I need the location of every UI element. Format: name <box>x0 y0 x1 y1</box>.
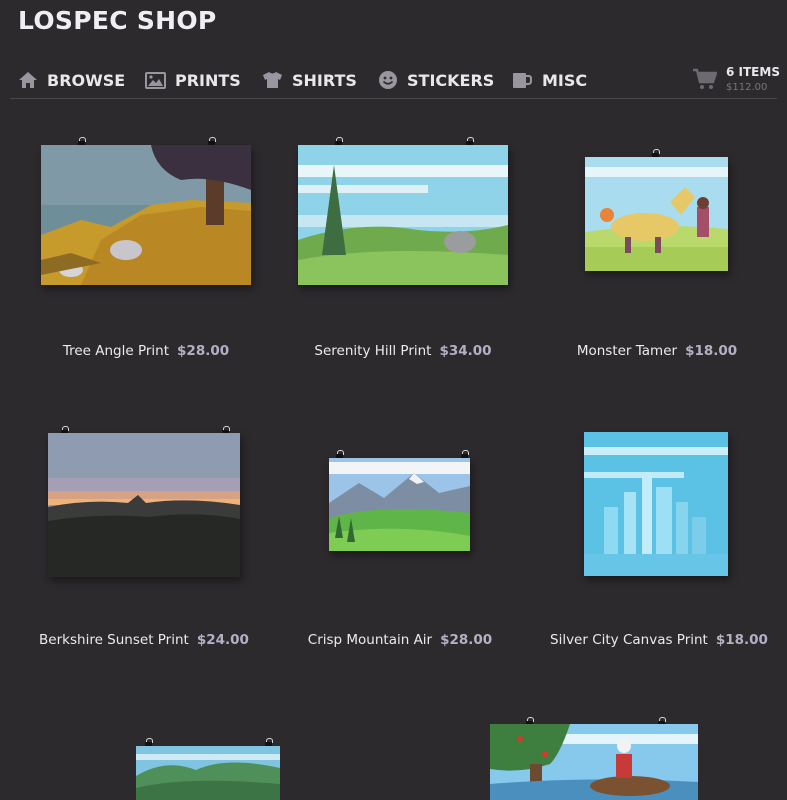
shirt-icon <box>263 72 282 88</box>
home-icon <box>19 72 37 88</box>
product-name: Silver City Canvas Print <box>550 632 708 648</box>
product-image <box>490 724 698 800</box>
nav-browse[interactable]: BROWSE <box>18 67 125 93</box>
product-caption: Crisp Mountain Air $28.00 <box>300 632 500 648</box>
product-price: $28.00 <box>440 632 493 648</box>
image-icon <box>145 71 166 89</box>
nav-divider <box>10 98 777 99</box>
product-caption: Silver City Canvas Print $18.00 <box>550 632 768 648</box>
cart-total: $112.00 <box>726 82 768 93</box>
product-price: $34.00 <box>439 343 492 359</box>
product-name: Crisp Mountain Air <box>307 632 433 648</box>
nav-browse-label: BROWSE <box>47 70 126 90</box>
nav-prints[interactable]: PRINTS <box>145 67 241 93</box>
nav-shirts[interactable]: SHIRTS <box>262 67 357 93</box>
main-nav: BROWSE PRINTS SHIRTS STICKERS MISC <box>0 58 787 100</box>
product-price: $28.00 <box>177 343 230 359</box>
nav-misc[interactable]: MISC <box>512 67 587 93</box>
nav-stickers[interactable]: STICKERS <box>378 67 494 93</box>
product-price: $18.00 <box>715 632 768 648</box>
product-caption: Tree Angle Print $28.00 <box>41 343 251 359</box>
product-image <box>41 145 251 285</box>
product-price: $18.00 <box>685 343 738 359</box>
nav-shirts-label: SHIRTS <box>292 70 357 90</box>
product-name: Monster Tamer <box>576 343 678 359</box>
product-caption: Monster Tamer $18.00 <box>557 343 757 359</box>
nav-prints-label: PRINTS <box>175 70 241 90</box>
product-caption: Serenity Hill Print $34.00 <box>298 343 508 359</box>
cart-icon <box>693 68 717 89</box>
product-name: Berkshire Sunset Print <box>39 632 189 648</box>
product-image <box>298 145 508 285</box>
cart-button[interactable]: 6 ITEMS $112.00 <box>693 65 783 97</box>
cart-count: 6 ITEMS <box>726 65 780 79</box>
product-price: $24.00 <box>196 632 249 648</box>
nav-misc-label: MISC <box>542 70 588 90</box>
product-image <box>329 458 470 551</box>
product-image <box>48 433 240 577</box>
product-caption: Berkshire Sunset Print $24.00 <box>34 632 254 648</box>
smiley-icon <box>379 71 397 89</box>
product-name: Serenity Hill Print <box>314 343 432 359</box>
product-image <box>585 157 728 271</box>
shop-title[interactable]: LOSPEC SHOP <box>18 6 217 35</box>
mug-icon <box>513 73 532 88</box>
nav-stickers-label: STICKERS <box>407 70 495 90</box>
product-image <box>584 432 728 576</box>
product-image <box>136 746 280 800</box>
product-name: Tree Angle Print <box>62 343 170 359</box>
